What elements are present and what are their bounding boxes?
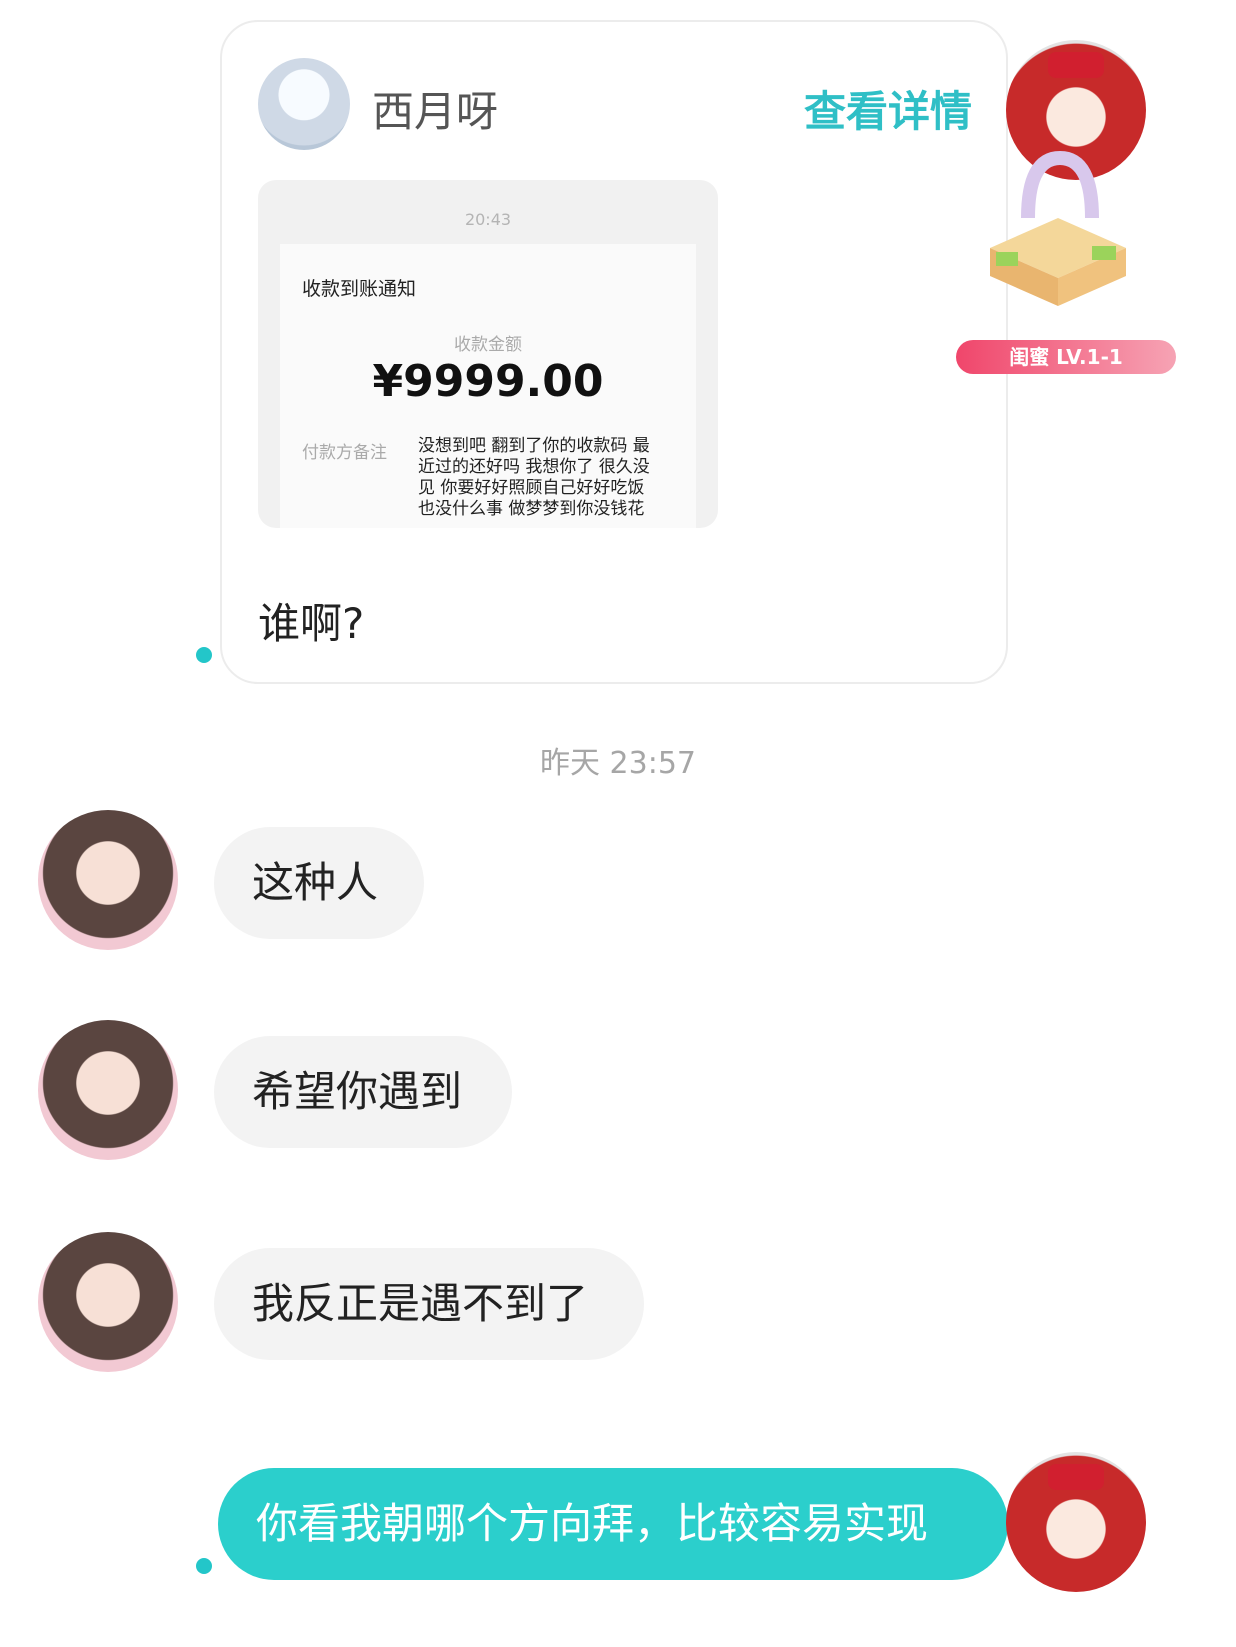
shared-card[interactable]: 西月呀 查看详情 20:43 收款到账通知 收款金额 ¥9999.00 付款方备… xyxy=(220,20,1008,684)
bow-icon xyxy=(1048,52,1104,78)
card-message-text: 谁啊? xyxy=(258,599,365,648)
incoming-message[interactable]: 我反正是遇不到了 xyxy=(214,1248,644,1360)
unread-dot xyxy=(196,647,212,663)
contact-avatar[interactable] xyxy=(38,810,178,950)
level-badge: 闺蜜 LV.1-1 xyxy=(956,340,1176,374)
contact-avatar[interactable] xyxy=(38,1232,178,1372)
remark-label: 付款方备注 xyxy=(302,443,387,463)
timestamp-separator: 昨天 23:57 xyxy=(540,746,696,781)
payment-screenshot[interactable]: 20:43 收款到账通知 收款金额 ¥9999.00 付款方备注 没想到吧 翻到… xyxy=(258,180,718,528)
gift-box-icon xyxy=(990,150,1126,306)
outgoing-message[interactable]: 你看我朝哪个方向拜，比较容易实现 xyxy=(218,1468,1008,1580)
sender-name: 西月呀 xyxy=(372,87,499,136)
my-avatar[interactable] xyxy=(1006,1452,1146,1592)
notice-title: 收款到账通知 xyxy=(302,278,417,300)
sender-avatar[interactable] xyxy=(258,58,350,150)
incoming-message[interactable]: 这种人 xyxy=(214,827,424,939)
amount-value: ¥9999.00 xyxy=(372,356,604,407)
remark-text: 没想到吧 翻到了你的收款码 最近过的还好吗 我想你了 很久没见 你要好好照顾自己… xyxy=(418,436,650,519)
payment-notice: 收款到账通知 收款金额 ¥9999.00 付款方备注 没想到吧 翻到了你的收款码… xyxy=(280,244,696,528)
contact-avatar[interactable] xyxy=(38,1020,178,1160)
incoming-message[interactable]: 希望你遇到 xyxy=(214,1036,512,1148)
screenshot-time: 20:43 xyxy=(464,210,512,229)
view-detail-link[interactable]: 查看详情 xyxy=(804,78,972,139)
unread-dot xyxy=(196,1558,212,1574)
bow-icon xyxy=(1048,1464,1104,1490)
amount-label: 收款金额 xyxy=(454,335,522,355)
